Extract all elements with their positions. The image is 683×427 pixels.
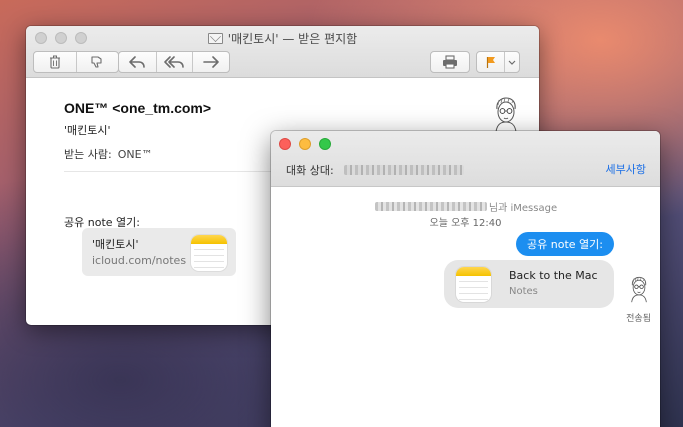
to-value[interactable]: ONE™ bbox=[118, 148, 153, 161]
delete-junk-group bbox=[33, 51, 119, 73]
reply-all-icon bbox=[164, 56, 185, 68]
note-link-bubble[interactable]: Back to the Mac Notes bbox=[444, 260, 614, 308]
trash-icon bbox=[49, 55, 60, 69]
to-label: 받는 사람: bbox=[64, 148, 112, 161]
junk-button[interactable] bbox=[75, 52, 119, 72]
reply-group bbox=[118, 51, 230, 73]
my-avatar bbox=[631, 276, 647, 303]
sender-avatar bbox=[495, 97, 517, 132]
messages-titlebar: 대화 상대: 세부사항 bbox=[271, 131, 660, 187]
delivery-status: 전송됨 bbox=[626, 314, 651, 324]
service-label: 님과 iMessage bbox=[488, 203, 558, 214]
reply-button[interactable] bbox=[119, 52, 156, 72]
thread-timestamp: 오늘 오후 12:40 bbox=[429, 218, 502, 229]
messages-close-button[interactable] bbox=[279, 138, 291, 150]
notes-app-icon bbox=[456, 267, 491, 302]
flag-icon bbox=[486, 57, 495, 68]
thread-service-line: 님과 iMessage bbox=[271, 199, 660, 214]
forward-button[interactable] bbox=[192, 52, 229, 72]
conversation-to-label: 대화 상대: bbox=[286, 164, 334, 177]
reply-all-button[interactable] bbox=[155, 52, 193, 72]
mail-from[interactable]: ONE™ <one_tm.com> bbox=[64, 100, 539, 116]
flag-dropdown[interactable] bbox=[504, 52, 519, 72]
recipient-name-redacted[interactable] bbox=[343, 165, 464, 175]
forward-icon bbox=[203, 56, 219, 68]
shared-note-title: '매킨토시' bbox=[92, 238, 139, 251]
print-button[interactable] bbox=[430, 51, 470, 73]
message-thread: 님과 iMessage 오늘 오후 12:40 공유 note 열기: Back… bbox=[271, 187, 660, 427]
sender-redacted bbox=[374, 202, 487, 211]
sent-message-text: 공유 note 열기: bbox=[527, 238, 603, 251]
flag-button[interactable] bbox=[477, 52, 504, 72]
sent-message-bubble[interactable]: 공유 note 열기: bbox=[516, 232, 614, 256]
delete-button[interactable] bbox=[34, 52, 76, 72]
shared-note-card[interactable]: '매킨토시' icloud.com/notes bbox=[82, 228, 236, 276]
thumbs-down-icon bbox=[91, 56, 102, 68]
mail-window-title: '매킨토시' — 받은 편지함 bbox=[227, 32, 358, 46]
printer-icon bbox=[443, 55, 457, 69]
messages-window-controls bbox=[279, 138, 331, 150]
messages-window: 대화 상대: 세부사항 님과 iMessage 오늘 오후 12:40 공유 n… bbox=[271, 131, 660, 427]
note-link-title: Back to the Mac bbox=[509, 269, 598, 282]
messages-zoom-button[interactable] bbox=[319, 138, 331, 150]
note-link-subtitle: Notes bbox=[509, 286, 538, 297]
details-button[interactable]: 세부사항 bbox=[606, 161, 646, 177]
notes-app-icon bbox=[191, 235, 227, 271]
shared-note-url: icloud.com/notes bbox=[92, 254, 187, 267]
conversation-recipient-row: 대화 상대: bbox=[286, 162, 464, 178]
flag-menu[interactable] bbox=[476, 51, 520, 73]
messages-minimize-button[interactable] bbox=[299, 138, 311, 150]
mail-window-title-area: '매킨토시' — 받은 편지함 bbox=[26, 30, 539, 47]
envelope-icon bbox=[207, 33, 223, 44]
mail-titlebar: '매킨토시' — 받은 편지함 bbox=[26, 26, 539, 78]
reply-icon bbox=[129, 56, 146, 68]
chevron-down-icon bbox=[508, 60, 516, 65]
print-button-inner bbox=[431, 52, 469, 72]
